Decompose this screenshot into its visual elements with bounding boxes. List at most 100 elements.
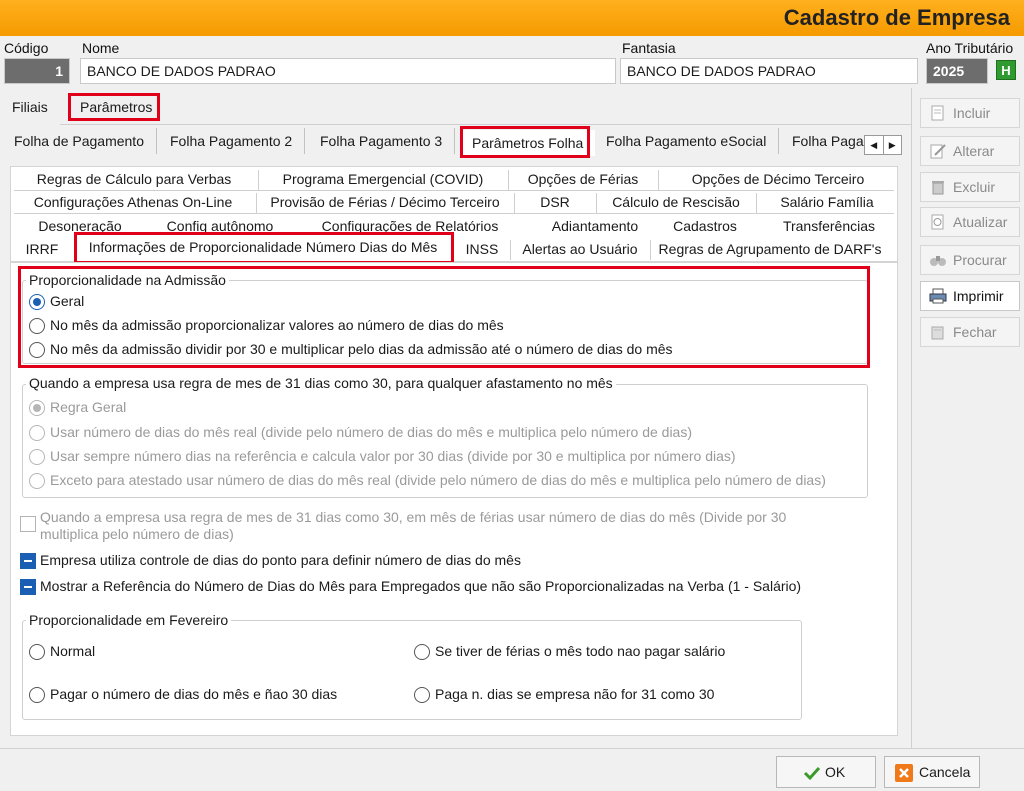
nome-field[interactable]: BANCO DE DADOS PADRAO [80, 58, 616, 84]
grid-line [508, 170, 509, 190]
tab-filiais[interactable]: Filiais [0, 94, 60, 120]
subtab-darf[interactable]: Regras de Agrupamento de DARF's [650, 238, 890, 260]
afastamento-dias-reais-label: Usar número de dias do mês real (divide … [50, 424, 692, 440]
edit-icon [930, 144, 946, 159]
subtab-cadastros[interactable]: Cadastros [660, 215, 750, 237]
subtab-opcoes-ferias[interactable]: Opções de Férias [508, 168, 658, 190]
grid-line [510, 240, 511, 260]
afastamento-regra-geral-radio[interactable] [29, 400, 45, 416]
fevereiro-pagar-radio[interactable] [29, 687, 45, 703]
subtab-inss[interactable]: INSS [454, 238, 510, 260]
divider [60, 124, 912, 125]
fevereiro-legend: Proporcionalidade em Fevereiro [26, 612, 232, 628]
highlight-proporcionalidade [74, 232, 454, 264]
grid-line [14, 213, 894, 214]
subtab-salario-familia[interactable]: Salário Família [756, 191, 898, 213]
ferias-checkbox[interactable] [20, 516, 36, 532]
ferias-label-line2: multiplica pelo número de dias) [40, 526, 234, 542]
afastamento-atestado-radio[interactable] [29, 473, 45, 489]
procurar-label: Procurar [953, 252, 1007, 268]
fevereiro-normal-label: Normal [50, 643, 96, 659]
tab-folha-pagamento-esocial[interactable]: Folha Pagamento eSocial [594, 128, 780, 154]
excluir-label: Excluir [953, 179, 996, 195]
subtab-dsr[interactable]: DSR [514, 191, 596, 213]
codigo-field[interactable]: 1 [4, 58, 70, 84]
tab-scroller: ◀ ▶ [864, 135, 902, 155]
grid-line [14, 190, 894, 191]
binoculars-icon [930, 256, 946, 266]
nome-label: Nome [82, 40, 120, 56]
fechar-button[interactable]: Fechar [920, 317, 1020, 347]
tab-folha-pagamento-more[interactable]: Folha Paga [780, 128, 868, 154]
fantasia-field[interactable]: BANCO DE DADOS PADRAO [620, 58, 918, 84]
afastamento-dias-reais-radio[interactable] [29, 425, 45, 441]
referencia-checkbox[interactable] [20, 579, 36, 595]
afastamento-30-dias-radio[interactable] [29, 449, 45, 465]
tab-folha-pagamento[interactable]: Folha de Pagamento [2, 128, 157, 154]
check-icon [803, 766, 821, 781]
grid-line [756, 193, 757, 213]
atualizar-label: Atualizar [953, 214, 1008, 230]
subtab-opcoes-decimo[interactable]: Opções de Décimo Terceiro [658, 168, 898, 190]
ok-label: OK [825, 764, 846, 780]
printer-icon [929, 288, 947, 304]
procurar-button[interactable]: Procurar [920, 245, 1020, 275]
ano-field[interactable]: 2025 [926, 58, 988, 84]
ok-button[interactable]: OK [776, 756, 876, 788]
subtab-alertas[interactable]: Alertas ao Usuário [510, 238, 650, 260]
history-button[interactable]: H [996, 60, 1016, 80]
scroll-left-icon[interactable]: ◀ [865, 136, 884, 154]
ferias-label-line1: Quando a empresa usa regra de mes de 31 … [40, 509, 787, 525]
fevereiro-paga-n-radio[interactable] [414, 687, 430, 703]
incluir-button[interactable]: Incluir [920, 98, 1020, 128]
ano-label: Ano Tributário [926, 40, 1014, 56]
fevereiro-pagar-label: Pagar o número de dias do mês e ñao 30 d… [50, 686, 338, 702]
afastamento-30-dias-label: Usar sempre número dias na referência e … [50, 448, 736, 464]
fevereiro-ferias-label: Se tiver de férias o mês todo nao pagar … [435, 643, 726, 659]
afastamento-legend: Quando a empresa usa regra de mes de 31 … [26, 375, 616, 391]
ponto-checkbox[interactable] [20, 553, 36, 569]
excluir-button[interactable]: Excluir [920, 172, 1020, 202]
trash-icon [932, 181, 944, 195]
cancel-label: Cancela [919, 764, 971, 780]
cancel-button[interactable]: Cancela [884, 756, 980, 788]
admissao-dividir-radio[interactable] [29, 342, 45, 358]
tab-folha-pagamento-3[interactable]: Folha Pagamento 3 [308, 128, 456, 154]
scroll-right-icon[interactable]: ▶ [884, 136, 902, 154]
fechar-label: Fechar [953, 324, 997, 340]
admissao-proporcionalizar-label: No mês da admissão proporcionalizar valo… [50, 317, 504, 333]
admissao-dividir-label: No mês da admissão dividir por 30 e mult… [50, 341, 673, 357]
close-door-icon [931, 326, 944, 340]
fevereiro-group [22, 620, 802, 720]
imprimir-label: Imprimir [953, 288, 1004, 304]
subtab-transferencias[interactable]: Transferências [760, 215, 898, 237]
grid-line [256, 193, 257, 213]
admissao-proporcionalizar-radio[interactable] [29, 318, 45, 334]
subtab-athenas[interactable]: Configurações Athenas On-Line [10, 191, 256, 213]
grid-line [596, 193, 597, 213]
highlight-parametros-folha [460, 126, 590, 158]
subtab-programa-emergencial[interactable]: Programa Emergencial (COVID) [258, 168, 508, 190]
subtab-irrf[interactable]: IRRF [10, 238, 74, 260]
referencia-label: Mostrar a Referência do Número de Dias d… [40, 578, 802, 594]
grid-line [258, 170, 259, 190]
fevereiro-ferias-radio[interactable] [414, 644, 430, 660]
ponto-label: Empresa utiliza controle de dias do pont… [40, 552, 521, 568]
subtab-provisao[interactable]: Provisão de Férias / Décimo Terceiro [256, 191, 514, 213]
afastamento-atestado-label: Exceto para atestado usar número de dias… [50, 472, 826, 488]
window-title: Cadastro de Empresa [783, 5, 1010, 30]
fevereiro-normal-radio[interactable] [29, 644, 45, 660]
document-icon [931, 105, 944, 121]
subtab-rescisao[interactable]: Cálculo de Rescisão [596, 191, 756, 213]
refresh-icon [931, 214, 944, 230]
subtab-regras-calculo[interactable]: Regras de Cálculo para Verbas [10, 168, 258, 190]
admissao-geral-radio[interactable] [29, 294, 45, 310]
cancel-icon [895, 764, 913, 782]
imprimir-button[interactable]: Imprimir [920, 281, 1020, 311]
atualizar-button[interactable]: Atualizar [920, 207, 1020, 237]
title-bar: Cadastro de Empresa [0, 0, 1024, 36]
subtab-adiantamento[interactable]: Adiantamento [530, 215, 660, 237]
incluir-label: Incluir [953, 105, 991, 121]
tab-folha-pagamento-2[interactable]: Folha Pagamento 2 [158, 128, 306, 154]
alterar-button[interactable]: Alterar [920, 136, 1020, 166]
